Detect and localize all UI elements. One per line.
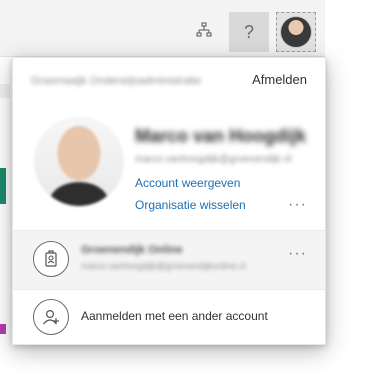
other-tenant-name: Groenendijk Online xyxy=(81,244,183,256)
account-menu-popup: Grasmaaijk Onderwijsadministratie Afmeld… xyxy=(12,57,326,345)
org-chart-icon xyxy=(196,22,212,43)
other-tenant-email: marco.vanhoogdijk@groenendijkonline.nl xyxy=(81,261,246,271)
view-account-link[interactable]: Account weergeven xyxy=(135,176,240,190)
user-email: marco.vanhoogdijk@groenendijk.nl xyxy=(135,154,292,165)
current-account-section: Grasmaaijk Onderwijsadministratie Afmeld… xyxy=(13,58,325,228)
background-fragment xyxy=(0,168,6,204)
user-avatar-small xyxy=(281,17,311,47)
more-options-icon[interactable]: ··· xyxy=(288,245,307,263)
more-options-icon[interactable]: ··· xyxy=(288,196,307,214)
sign-in-other-account-label: Aanmelden met een ander account xyxy=(81,309,268,323)
screen: ? Grasmaaijk Onderwijsadministratie Afme… xyxy=(0,0,369,381)
user-display-name: Marco van Hoogdijk xyxy=(135,126,307,146)
signout-link[interactable]: Afmelden xyxy=(252,72,307,87)
badge-icon xyxy=(33,241,69,277)
help-icon: ? xyxy=(243,21,254,42)
other-tenant-row[interactable]: Groenendijk Online marco.vanhoogdijk@gro… xyxy=(13,230,325,290)
background-fragment xyxy=(0,324,6,334)
tenant-name: Grasmaaijk Onderwijsadministratie xyxy=(31,75,201,87)
sign-in-other-account-row[interactable]: Aanmelden met een ander account xyxy=(13,290,325,344)
switch-organization-link[interactable]: Organisatie wisselen xyxy=(135,198,246,212)
add-person-icon xyxy=(33,299,69,335)
user-avatar-large xyxy=(35,118,123,206)
background-fragment xyxy=(0,84,10,98)
help-button[interactable]: ? xyxy=(229,12,269,52)
account-button[interactable] xyxy=(276,12,316,52)
org-chart-button[interactable] xyxy=(184,12,224,52)
